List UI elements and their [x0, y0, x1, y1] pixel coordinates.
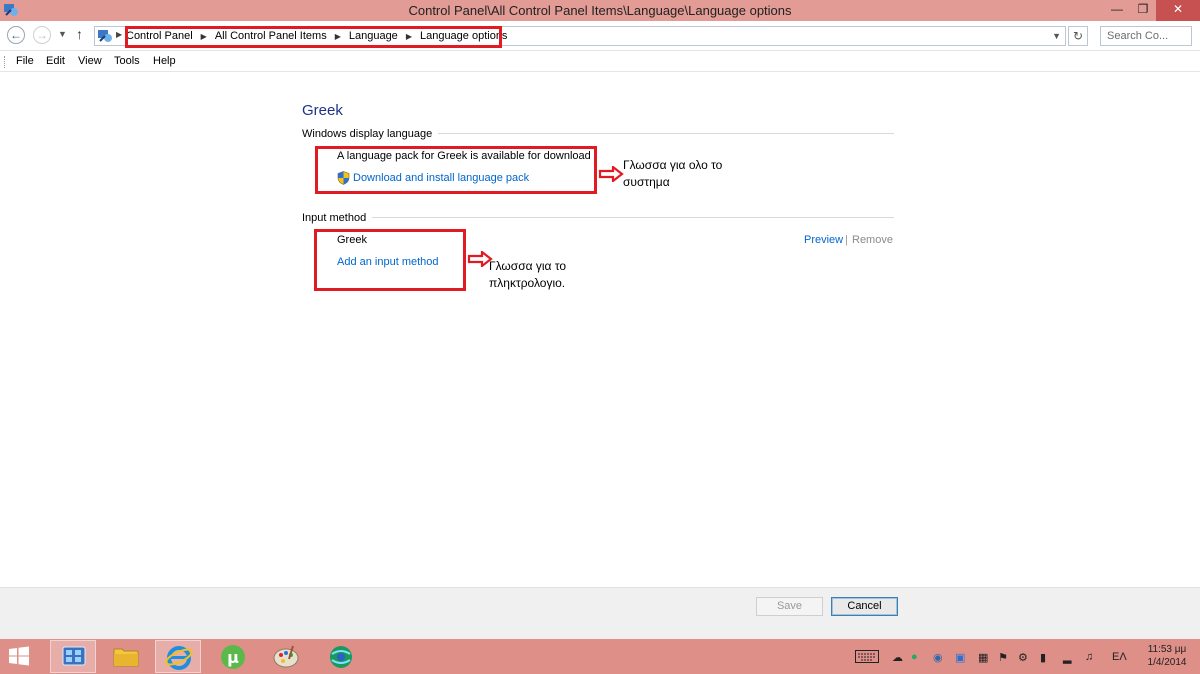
title-bar: Control Panel\All Control Panel Items\La… [0, 0, 1200, 21]
window-title: Control Panel\All Control Panel Items\La… [408, 3, 792, 18]
up-button[interactable]: ↑ [76, 26, 83, 42]
annotation-arrow-icon [598, 166, 624, 182]
svg-text:µ: µ [227, 648, 239, 667]
search-input[interactable]: Search Co... [1100, 26, 1192, 46]
display-language-label: Windows display language [302, 128, 439, 140]
input-method-label: Input method [302, 212, 373, 224]
network-status-icon[interactable]: ● [911, 651, 918, 663]
forward-button[interactable]: → [33, 26, 51, 44]
battery-icon[interactable]: ▮ [1040, 651, 1046, 664]
system-clock[interactable]: 11:53 μμ 1/4/2014 [1138, 643, 1196, 669]
input-annotation-note: Γλωσσα για το πληκτρολογιο. [489, 258, 566, 292]
section-divider [302, 217, 894, 218]
dialog-button-bar: Save Cancel [0, 587, 1200, 639]
refresh-button[interactable]: ↻ [1068, 26, 1088, 46]
input-method-highlight-box [314, 229, 466, 291]
display-annotation-note: Γλωσσα για ολο το συστημα [623, 157, 722, 191]
page-title: Greek [302, 102, 343, 119]
volume-icon[interactable]: ♫ [1085, 651, 1093, 663]
remove-link[interactable]: Remove [852, 234, 893, 246]
windows-start-icon[interactable] [8, 646, 30, 666]
cloud-icon[interactable]: ☁ [892, 651, 903, 664]
preview-link[interactable]: Preview [804, 234, 843, 246]
back-button[interactable]: ← [7, 26, 25, 44]
control-panel-icon [98, 30, 112, 42]
paint-palette-icon [273, 645, 299, 668]
address-highlight-box [125, 26, 502, 48]
taskbar-paint[interactable] [263, 640, 309, 673]
taskbar-network-app[interactable] [318, 640, 364, 673]
save-button[interactable]: Save [756, 597, 823, 616]
utorrent-icon: µ [221, 645, 245, 669]
signal-bars-icon[interactable]: ▂ [1063, 651, 1071, 664]
annotation-line: Γλωσσα για το [489, 259, 567, 273]
action-center-flag-icon[interactable]: ⚑ [998, 651, 1008, 664]
annotation-line: πληκτρολογιο. [489, 276, 566, 290]
menu-edit[interactable]: Edit [46, 55, 65, 67]
input-language-indicator[interactable]: ΕΛ [1112, 651, 1127, 663]
annotation-line: συστημα [623, 175, 670, 189]
recent-locations-dropdown[interactable]: ▼ [58, 29, 67, 39]
globe-app-icon [330, 646, 352, 668]
taskbar-file-explorer[interactable] [103, 640, 149, 673]
clock-time: 11:53 μμ [1147, 644, 1187, 655]
tray-settings-icon[interactable]: ⚙ [1018, 651, 1028, 664]
annotation-line: Γλωσσα για ολο το [623, 158, 723, 172]
menu-grip [4, 56, 6, 68]
menu-tools[interactable]: Tools [114, 55, 140, 67]
link-separator: | [845, 234, 848, 246]
taskbar-internet-explorer[interactable] [155, 640, 201, 673]
keyboard-icon[interactable] [855, 650, 879, 663]
security-icon[interactable]: ▣ [955, 651, 965, 664]
breadcrumb-chevron-icon[interactable]: ▶ [116, 30, 122, 39]
folder-icon [113, 648, 139, 667]
cancel-button[interactable]: Cancel [831, 597, 898, 616]
antivirus-icon[interactable]: ◉ [933, 651, 943, 664]
maximize-button[interactable]: ❐ [1130, 0, 1156, 21]
clock-date: 1/4/2014 [1147, 657, 1187, 668]
menu-help[interactable]: Help [153, 55, 176, 67]
minimize-button[interactable]: — [1104, 0, 1130, 21]
address-dropdown-icon[interactable]: ▼ [1052, 31, 1061, 41]
close-button[interactable]: ✕ [1156, 0, 1200, 21]
control-panel-icon [62, 646, 86, 666]
menu-bar: File Edit View Tools Help [0, 52, 1200, 72]
taskbar-utorrent[interactable]: µ [210, 640, 256, 673]
taskbar-control-panel[interactable] [50, 640, 96, 673]
menu-view[interactable]: View [78, 55, 102, 67]
internet-explorer-icon [165, 646, 193, 670]
display-language-highlight-box [315, 146, 597, 194]
taskbar: µ ☁ ● ◉ ▣ ▦ ⚑ ⚙ ▮ ▂ ♫ ΕΛ 11:53 μμ 1/4/20… [0, 639, 1200, 674]
menu-file[interactable]: File [16, 55, 34, 67]
tray-app-icon[interactable]: ▦ [978, 651, 988, 664]
